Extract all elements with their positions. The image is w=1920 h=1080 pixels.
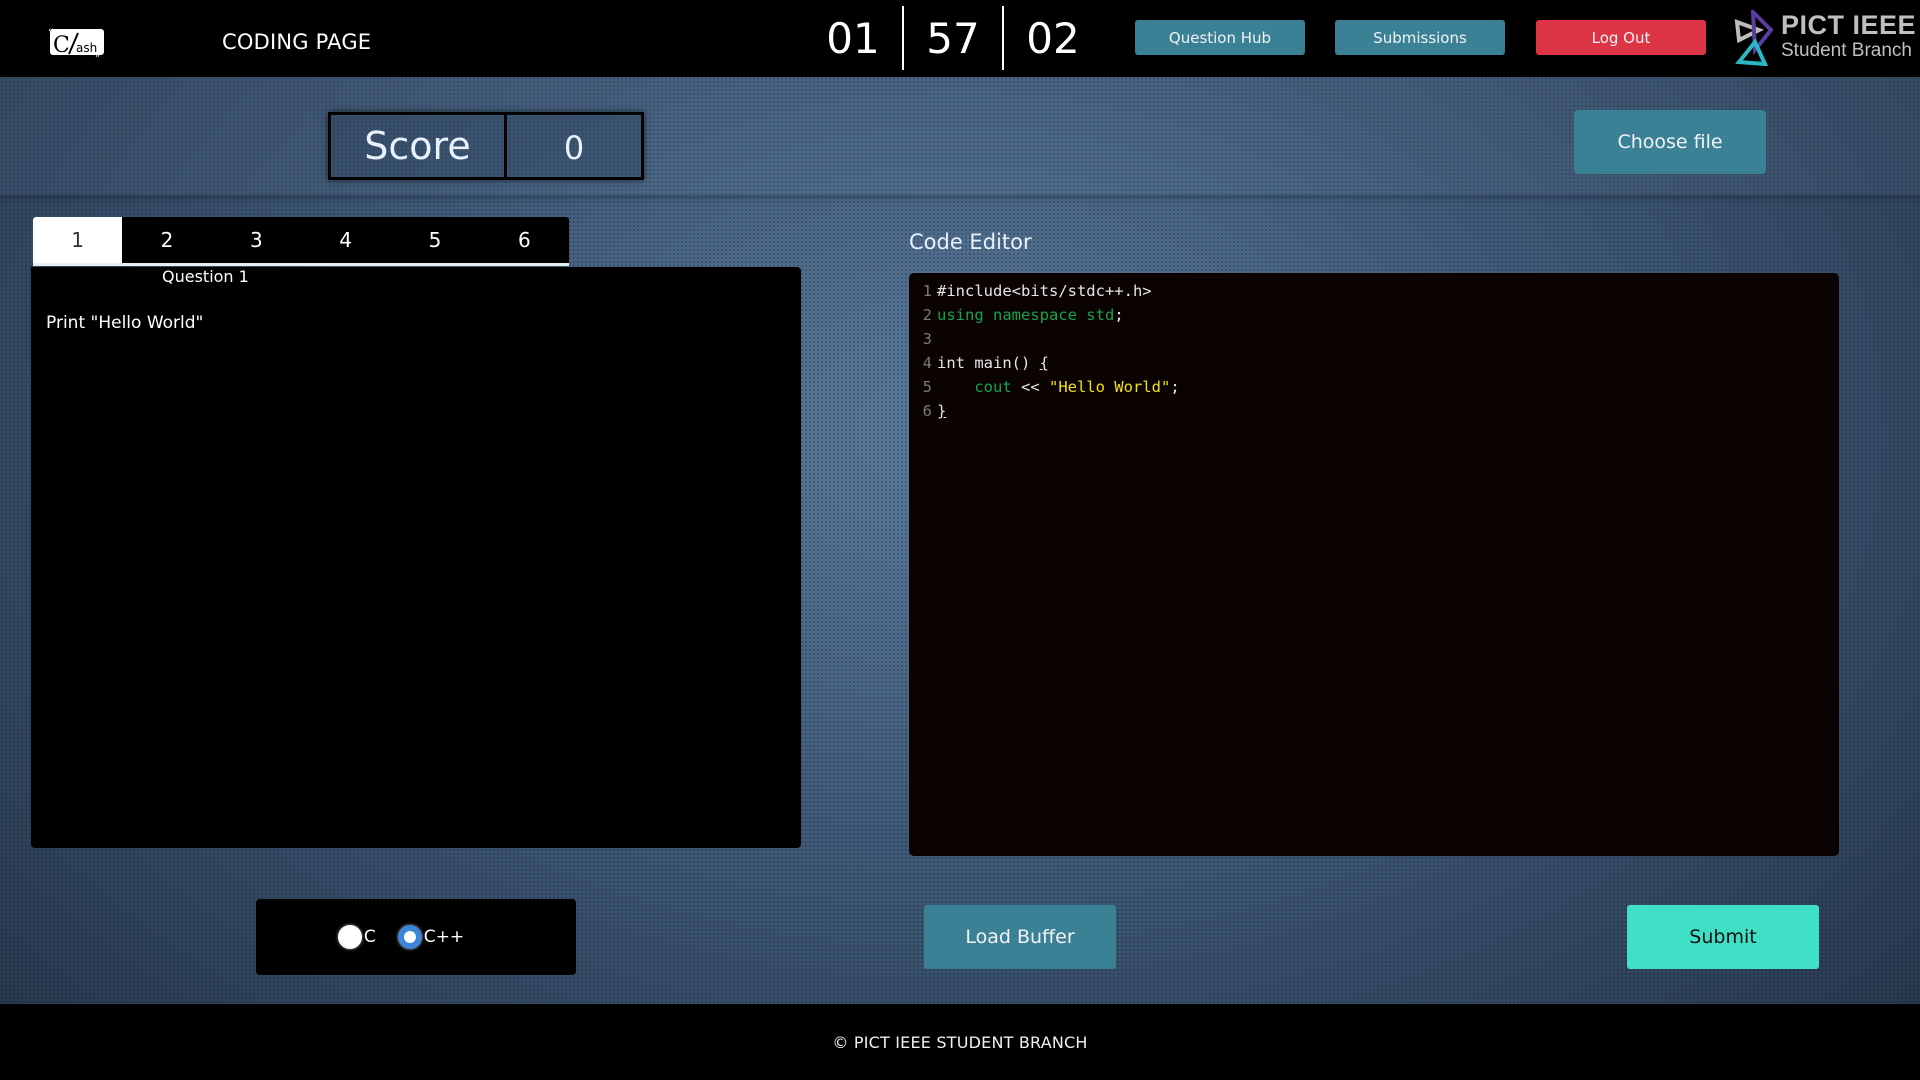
code-line[interactable]: 4 int main() { (909, 351, 1839, 375)
question-tabs: 123456 (33, 217, 569, 266)
language-selector: C C++ (256, 899, 576, 975)
choose-file-button[interactable]: Choose file (1574, 110, 1766, 174)
submit-button[interactable]: Submit (1627, 905, 1819, 969)
line-number: 1 (922, 282, 932, 300)
code-text: #include<bits/stdc++.h> (937, 279, 1152, 303)
footer: © PICT IEEE STUDENT BRANCH (0, 1004, 1920, 1080)
code-line[interactable]: 2 using namespace std; (909, 303, 1839, 327)
question-tab-5[interactable]: 5 (390, 217, 479, 263)
question-hub-button[interactable]: Question Hub (1135, 20, 1305, 55)
line-number: 6 (922, 402, 932, 420)
code-text: using namespace std; (937, 303, 1124, 327)
language-option-c[interactable]: C (337, 925, 376, 949)
question-title: Question 1 (162, 267, 249, 286)
code-token: ; (1114, 306, 1124, 324)
code-token: ; (1170, 378, 1180, 396)
code-editor-label: Code Editor (909, 230, 1032, 254)
footer-copyright: © PICT IEEE STUDENT BRANCH (832, 1032, 1088, 1052)
ieee-triangle-icon (1734, 10, 1774, 66)
question-text: Print "Hello World" (46, 313, 204, 333)
load-buffer-button[interactable]: Load Buffer (924, 905, 1116, 969)
code-token: int main() (937, 354, 1040, 372)
code-line[interactable]: 1 #include<bits/stdc++.h> (909, 279, 1839, 303)
score-label: Score (331, 115, 507, 177)
ieee-title: PICT IEEE (1781, 10, 1917, 40)
code-line[interactable]: 3 (909, 327, 1839, 351)
code-token: } (937, 402, 947, 420)
timer-minutes: 57 (926, 13, 980, 63)
log-out-button[interactable]: Log Out (1536, 20, 1706, 55)
timer-seconds: 02 (1026, 13, 1080, 63)
page-title: CODING PAGE (222, 30, 372, 54)
code-token: cout (974, 378, 1012, 396)
code-text: } (937, 399, 946, 423)
line-number: 4 (922, 354, 932, 372)
code-line[interactable]: 6} (909, 399, 1839, 423)
code-text: cout << "Hello World"; (937, 375, 1180, 399)
question-tab-1[interactable]: 1 (33, 217, 123, 263)
clash-logo[interactable]: “ C ash ” (47, 24, 107, 59)
svg-text:”: ” (95, 54, 100, 59)
code-line[interactable]: 5 cout << "Hello World"; (909, 375, 1839, 399)
code-token: << (1011, 378, 1049, 396)
radio-label: C++ (423, 927, 465, 947)
timer-hours: 01 (826, 13, 880, 63)
radio-button[interactable] (397, 925, 422, 949)
line-number: 5 (922, 378, 932, 396)
question-tab-3[interactable]: 3 (212, 217, 301, 263)
top-navbar: “ C ash ” CODING PAGE 01 57 02 Question … (0, 0, 1920, 77)
code-editor[interactable]: 1 #include<bits/stdc++.h> 2 using namespace… (909, 273, 1839, 856)
code-text: int main() { (937, 351, 1049, 375)
line-number: 3 (922, 330, 932, 348)
logo-ash: ash (76, 41, 97, 55)
submissions-button[interactable]: Submissions (1335, 20, 1505, 55)
pict-ieee-logo: PICT IEEE Student Branch (1733, 10, 1918, 66)
code-token: using namespace std (937, 306, 1115, 324)
ieee-subtitle: Student Branch (1781, 40, 1912, 61)
logo-c: C (53, 33, 70, 58)
language-option-cpp[interactable]: C++ (397, 925, 465, 949)
question-tab-6[interactable]: 6 (480, 217, 569, 263)
score-value: 0 (507, 115, 641, 177)
score-display: Score 0 (328, 112, 644, 180)
question-panel: Question 1 Print "Hello World" (31, 267, 801, 848)
code-token: "Hello World" (1048, 378, 1171, 396)
radio-label: C (363, 927, 376, 947)
question-tab-2[interactable]: 2 (122, 217, 211, 263)
code-token: #include<bits/stdc++.h> (937, 282, 1152, 300)
question-tab-4[interactable]: 4 (301, 217, 390, 263)
countdown-timer: 01 57 02 (804, 6, 1102, 70)
code-token: { (1039, 354, 1049, 372)
line-number: 2 (922, 306, 932, 324)
radio-button[interactable] (337, 925, 362, 949)
